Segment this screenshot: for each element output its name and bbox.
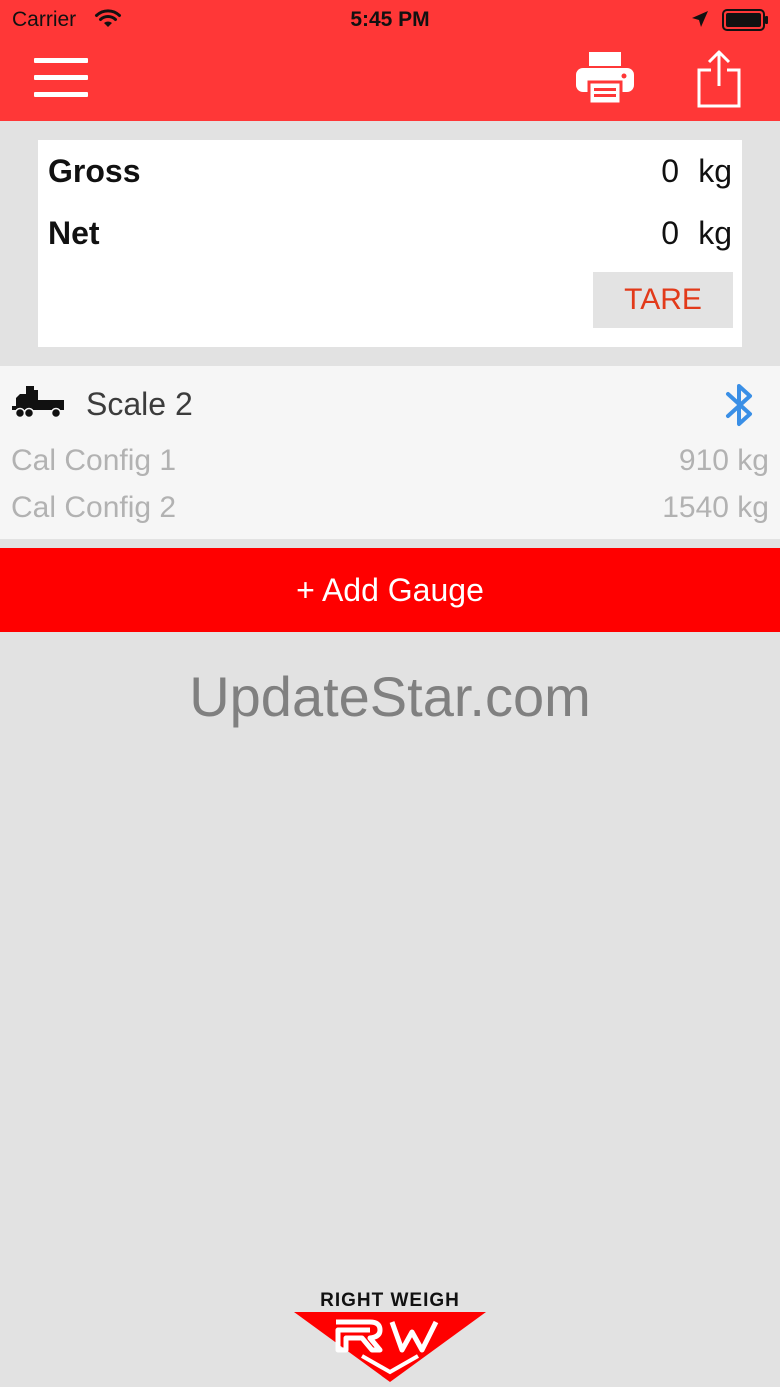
rw-logo-mark-icon xyxy=(294,1312,486,1382)
logo-text: RIGHT WEIGH xyxy=(320,1290,460,1311)
status-bar: Carrier 5:45 PM xyxy=(0,0,780,40)
gross-value: 0 xyxy=(661,153,679,189)
add-gauge-button[interactable]: + Add Gauge xyxy=(0,548,780,632)
watermark-text: UpdateStar.com xyxy=(189,665,591,728)
bluetooth-icon xyxy=(726,384,752,426)
net-unit: kg xyxy=(698,215,732,251)
gross-label: Gross xyxy=(48,153,141,189)
cal-config-row: Cal Config 1 910 kg xyxy=(11,444,769,484)
cal-config-name: Cal Config 2 xyxy=(11,491,177,524)
location-arrow-icon xyxy=(692,11,708,27)
weight-card: Gross 0 kg Net 0 kg TARE xyxy=(38,140,742,347)
scale-name: Scale 2 xyxy=(86,386,193,422)
net-value: 0 xyxy=(661,215,679,251)
hamburger-icon[interactable] xyxy=(34,58,88,98)
cal-config-row: Cal Config 2 1540 kg xyxy=(11,491,769,531)
printer-icon[interactable] xyxy=(576,52,634,104)
net-label: Net xyxy=(48,215,100,251)
share-icon[interactable] xyxy=(696,50,742,108)
cal-config-name: Cal Config 1 xyxy=(11,444,177,477)
clock: 5:45 PM xyxy=(350,8,430,31)
truck-icon xyxy=(12,386,64,419)
app-screen: Carrier 5:45 PM Gross 0 kg Net 0 kg TARE… xyxy=(0,0,780,1387)
scale-card[interactable]: Scale 2 Cal Config 1 910 kg Cal Config 2… xyxy=(0,366,780,539)
app-header: Carrier 5:45 PM xyxy=(0,0,780,121)
cal-config-value: 1540 kg xyxy=(662,491,769,524)
battery-icon xyxy=(722,9,768,31)
cal-config-value: 910 kg xyxy=(678,444,769,477)
tare-button[interactable]: TARE xyxy=(593,272,733,328)
gross-unit: kg xyxy=(698,153,732,189)
right-weigh-logo: RIGHT WEIGH xyxy=(292,1290,488,1384)
